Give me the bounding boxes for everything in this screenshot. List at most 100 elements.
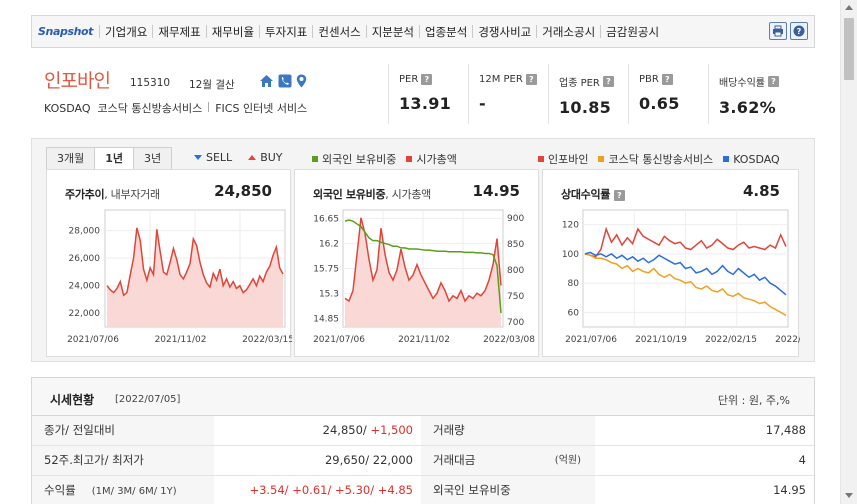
market-status-table: 시세현황 [2022/07/05] 단위 : 원, 주,% 종가/ 전일대비 2… (31, 377, 815, 504)
phone-icon[interactable] (278, 74, 292, 91)
period-tabs: 3개월 1년 3년 (46, 147, 173, 170)
legend-sell: SELL (206, 151, 233, 164)
price-chart: 28,000 26,000 24,000 22,000 2021/07/06 2021/1… (67, 209, 292, 345)
nav-item-financial-ratios[interactable]: 재무비율 (207, 24, 259, 40)
row-label: 종가/ 전일대비 (32, 416, 214, 445)
svg-text:?: ? (797, 27, 802, 36)
nav-item-shareholding[interactable]: 지분분석 (367, 24, 419, 40)
nav-item-financial-statements[interactable]: 재무제표 (153, 24, 205, 40)
nav-item-company-overview[interactable]: 기업개요 (100, 24, 152, 40)
help-icon[interactable]: ? (602, 76, 614, 87)
y-tick-label: 100 (562, 250, 579, 260)
metric-industry-per: 업종 PER? 10.85 (548, 64, 628, 124)
x-tick-label: 2022/06/14 (775, 335, 800, 345)
tab-3-months[interactable]: 3개월 (46, 147, 96, 170)
metric-per: PER? 13.91 (388, 64, 468, 124)
tab-3-years[interactable]: 3년 (133, 147, 173, 170)
legend-label: 인포바인 (548, 153, 589, 166)
buy-triangle-icon (248, 155, 257, 160)
row-label: 거래대금 (억원) (421, 446, 595, 475)
table-row: 수익률 (1M/ 3M/ 6M/ 1Y) +3.54/ +0.61/ +5.30/… (32, 476, 814, 504)
metric-label: 12M PER (479, 74, 523, 85)
legend-label: KOSDAQ (733, 152, 780, 166)
y-tick-label-left: 14.85 (313, 315, 339, 325)
top-navigation: Snapshot 기업개요 재무제표 재무비율 투자지표 컨센서스 지분분석 업… (31, 15, 815, 48)
row-value: 14.95 (773, 483, 806, 497)
y-tick-label: 120 (562, 221, 579, 231)
y-tick-label: 28,000 (69, 227, 101, 237)
legend-swatch (406, 156, 413, 162)
metric-value: 10.85 (559, 98, 612, 117)
nav-item-investment-indicators[interactable]: 투자지표 (260, 24, 312, 40)
foreign-chart-panel: 외국인 보유비중, 시가총액 14.95 16.65 16.2 15.75 15.3 1… (294, 169, 539, 357)
y-tick-label-right: 700 (507, 318, 524, 328)
home-icon[interactable] (259, 74, 274, 91)
legend-label: 외국인 보유비중 (322, 153, 397, 166)
row-label: 거래량 (421, 416, 595, 445)
metric-pbr: PBR? 0.65 (628, 64, 708, 124)
y-tick-label-left: 16.2 (319, 239, 339, 249)
vertical-scrollbar[interactable] (840, 0, 857, 504)
x-tick-label: 2021/10/19 (635, 335, 687, 345)
location-icon[interactable] (296, 74, 307, 91)
row-label-text: 거래대금 (433, 453, 476, 467)
legend-swatch (312, 156, 318, 162)
row-label-sub: (1M/ 3M/ 6M/ 1Y) (91, 486, 177, 497)
help-icon[interactable]: ? (525, 74, 537, 85)
help-icon[interactable]: ? (421, 74, 433, 85)
table-header: 시세현황 [2022/07/05] 단위 : 원, 주,% (32, 378, 814, 416)
row-label: 수익률 (1M/ 3M/ 6M/ 1Y) (32, 476, 214, 504)
nav-item-industry-analysis[interactable]: 업종분석 (420, 24, 472, 40)
nav-item-exchange-disclosure[interactable]: 거래소공시 (537, 24, 600, 40)
tab-1-year[interactable]: 1년 (94, 147, 135, 170)
nav-item-peer-comparison[interactable]: 경쟁사비교 (473, 24, 536, 40)
fics-label: FICS 인터넷 서비스 (215, 102, 308, 115)
relative-return-chart-panel: 상대수익률 ? 4.85 120 100 80 60 2021/07/06 2021/10… (542, 169, 800, 357)
x-tick-label: 2022/03/15 (242, 335, 292, 345)
row-label: 52주.최고가/ 최저가 (32, 446, 214, 475)
legend-swatch (598, 156, 605, 162)
legend-label: 시가총액 (416, 153, 457, 166)
y-tick-label-right: 750 (507, 292, 524, 302)
y-tick-label-left: 16.65 (313, 214, 339, 224)
scroll-up-icon[interactable] (845, 5, 853, 10)
chart-section: 3개월 1년 3년 SELL BUY 외국인 보유비중 시가총액 인포바인 코스… (31, 138, 815, 362)
metric-dividend-yield: 배당수익률? 3.62% (708, 64, 808, 124)
valuation-metrics: PER? 13.91 12M PER? - 업종 PER? 10.85 PBR?… (388, 64, 808, 124)
x-tick-label: 2022/02/15 (705, 335, 757, 345)
foreign-ownership-chart: 16.65 16.2 15.75 15.3 14.85 900 850 800 750 700 20… (313, 209, 535, 345)
row-value: 4 (798, 453, 806, 467)
nav-item-fss-disclosure[interactable]: 금감원공시 (601, 24, 664, 40)
nav-item-consensus[interactable]: 컨센서스 (313, 24, 365, 40)
x-tick-label: 2021/07/06 (313, 335, 365, 345)
x-tick-label: 2021/11/02 (155, 335, 207, 345)
table-title: 시세현황 (50, 393, 95, 407)
help-icon[interactable]: ? (661, 74, 673, 85)
y-tick-label: 22,000 (69, 309, 101, 319)
printer-icon[interactable] (769, 22, 787, 40)
sector-label: 코스닥 통신방송서비스 (97, 102, 203, 115)
table-unit: 단위 : 원, 주,% (717, 394, 790, 407)
close-price: 24,850/ (322, 423, 371, 437)
metric-label: PBR (639, 74, 659, 85)
metric-label: 업종 PER (559, 78, 600, 89)
company-code: 115310 (130, 77, 171, 89)
metric-value: 0.65 (639, 94, 680, 113)
sell-triangle-icon (194, 155, 202, 160)
help-icon[interactable]: ? (768, 76, 779, 87)
scroll-thumb[interactable] (844, 18, 854, 80)
y-tick-label-right: 800 (507, 266, 524, 276)
price-chart-panel: 주가추이, 내부자거래 24,850 28,000 26,000 24,000 22,… (46, 169, 292, 357)
scroll-down-icon[interactable] (845, 493, 853, 498)
metric-label: 배당수익률 (719, 78, 765, 89)
x-tick-label: 2021/07/06 (565, 335, 617, 345)
metric-value: 13.91 (399, 94, 452, 113)
help-icon[interactable]: ? (790, 22, 808, 40)
row-label-unit: (억원) (554, 455, 581, 466)
table-row: 52주.최고가/ 최저가 29,650/ 22,000 거래대금 (억원) 4 (32, 446, 814, 476)
x-tick-label: 2021/11/02 (398, 335, 450, 345)
nav-brand-snapshot[interactable]: Snapshot (38, 25, 99, 38)
row-label: 외국인 보유비중 (421, 476, 595, 504)
market-label: KOSDAQ (44, 102, 91, 115)
legend-buy: BUY (260, 151, 283, 164)
